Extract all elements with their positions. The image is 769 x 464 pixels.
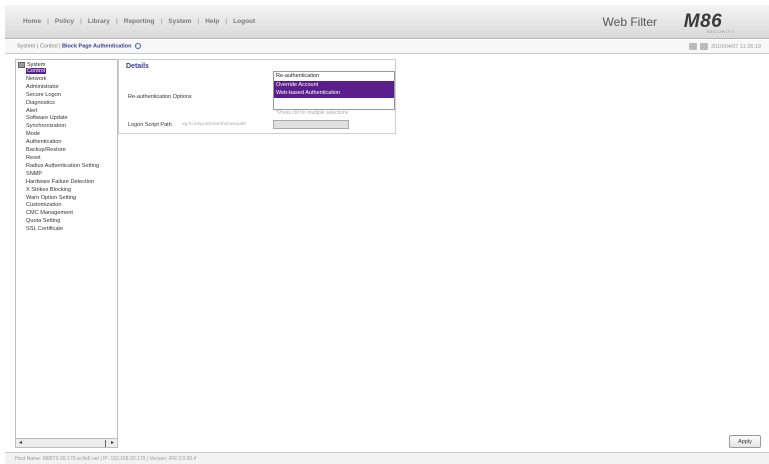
listbox-option[interactable]: Web-based Authentication xyxy=(274,89,394,98)
breadcrumb-current: Block Page Authentication xyxy=(62,43,132,50)
navigation-tree: System Control Network Administrator Secure… xyxy=(15,59,118,439)
tree-root[interactable]: System xyxy=(16,60,117,68)
tree-item-label: Alert xyxy=(26,107,38,114)
tree-item[interactable]: Customization xyxy=(26,202,117,210)
product-title: Web Filter xyxy=(602,15,657,29)
reauth-options-label: Re-authentication Options xyxy=(128,94,192,100)
breadcrumb-prefix: System | Control | xyxy=(17,43,63,50)
tree-item[interactable]: Authentication xyxy=(26,139,117,147)
tree-item-label: Secure Logon xyxy=(26,91,61,98)
logon-script-input[interactable] xyxy=(273,120,349,129)
company-logo: M86 SECURITY xyxy=(667,10,739,34)
tree-scrollbar[interactable]: ◂ ▸ xyxy=(15,438,118,448)
listbox-option[interactable]: Re-authentication xyxy=(274,72,394,81)
tree-item-label: Warn Option Setting xyxy=(26,194,77,201)
tree-item-label: Quota Setting xyxy=(26,218,61,225)
tree-item-label: Network xyxy=(26,75,47,82)
tree-item-label: Diagnostics xyxy=(26,99,55,106)
scroll-right-icon[interactable]: ▸ xyxy=(109,440,116,447)
folder-icon xyxy=(18,62,25,68)
menu-policy[interactable]: Policy xyxy=(49,18,80,25)
refresh-icon[interactable] xyxy=(688,43,697,50)
tree-item[interactable]: Reset xyxy=(26,155,117,163)
tree-item-label: Reset xyxy=(26,154,41,161)
tree-item-label: Backup/Restore xyxy=(26,147,66,154)
menu-help[interactable]: Help xyxy=(199,18,225,25)
tree-item[interactable]: Radius Authentication Setting xyxy=(26,163,117,171)
apply-button[interactable]: Apply xyxy=(729,435,761,448)
tree-item[interactable]: Control xyxy=(26,68,117,76)
status-bar: Host Name: M86T3-20-170.sr.8e6.net | IP:… xyxy=(5,452,769,464)
scroll-left-icon[interactable]: ◂ xyxy=(17,440,24,447)
listbox-option[interactable]: Override Account xyxy=(274,80,394,89)
logon-script-example: eg:\\computername\sharepath xyxy=(182,122,246,127)
tree-item[interactable]: Diagnostics xyxy=(26,100,117,108)
help-icon[interactable] xyxy=(135,43,142,49)
tree-item-label: Radius Authentication Setting xyxy=(26,162,100,169)
tree-item-label: Authentication xyxy=(26,139,62,146)
tree-item[interactable]: Network xyxy=(26,76,117,84)
breadcrumb: System | Control | Block Page Authentica… xyxy=(17,43,142,50)
details-panel: Details Re-authentication Options Re-aut… xyxy=(118,59,396,134)
logo-subtext: SECURITY xyxy=(706,29,735,34)
tree-item-label: Customization xyxy=(26,202,62,209)
brand: Web Filter M86 SECURITY xyxy=(603,10,739,34)
status-text: Host Name: M86T3-20-170.sr.8e6.net | IP:… xyxy=(15,456,197,462)
tree-item[interactable]: Alert xyxy=(26,108,117,116)
tree-item[interactable]: SSL Certificate xyxy=(26,226,117,234)
tree-item-label: SNMP xyxy=(26,170,43,177)
details-title: Details xyxy=(126,63,149,70)
tree-item[interactable]: Backup/Restore xyxy=(26,147,117,155)
menu-logout[interactable]: Logout xyxy=(227,18,261,25)
multi-select-hint: *Press ctrl for multiple selections xyxy=(276,110,349,116)
tree-item-label: X Strikes Blocking xyxy=(26,186,72,193)
tree-item[interactable]: SNMP xyxy=(26,171,117,179)
tree-item[interactable]: Mode xyxy=(26,131,117,139)
tree-item[interactable]: Quota Setting xyxy=(26,218,117,226)
tree-item-label: Software Update xyxy=(26,115,68,122)
main-content: Details Re-authentication Options Re-aut… xyxy=(118,54,769,452)
datetime: 2010/04/07 11:26:19 xyxy=(710,43,761,50)
tree-item[interactable]: Warn Option Setting xyxy=(26,195,117,203)
reauth-options-listbox[interactable]: Re-authentication Override Account Web-bas… xyxy=(273,71,395,110)
menu-home[interactable]: Home xyxy=(17,18,47,25)
tree-item-label: Control xyxy=(26,68,47,74)
toolbar-right: 2010/04/07 11:26:19 xyxy=(688,43,761,50)
tree-item-label: Hardware Failure Detection xyxy=(26,178,95,185)
logon-script-label: Logon Script Path xyxy=(128,122,172,128)
tree-item[interactable]: Secure Logon xyxy=(26,92,117,100)
tree-list: Control Network Administrator Secure Logon D… xyxy=(16,68,117,234)
main-menu: Home | Policy | Library | Reporting | System… xyxy=(17,18,261,25)
menu-reporting[interactable]: Reporting xyxy=(118,18,161,25)
tree-item-label: Synchronization xyxy=(26,123,66,130)
tree-item[interactable]: X Strikes Blocking xyxy=(26,187,117,195)
print-icon[interactable] xyxy=(699,43,708,50)
breadcrumb-bar: System | Control | Block Page Authentica… xyxy=(5,40,769,54)
tree-item[interactable]: Software Update xyxy=(26,115,117,123)
tree-item[interactable]: Hardware Failure Detection xyxy=(26,179,117,187)
tree-item-label: Administrator xyxy=(26,83,59,90)
tree-item-label: CMC Management xyxy=(26,210,73,217)
tree-item-label: Mode xyxy=(26,131,40,138)
tree-item[interactable]: Administrator xyxy=(26,84,117,92)
tree-item[interactable]: CMC Management xyxy=(26,210,117,218)
top-menu-bar: Home | Policy | Library | Reporting | System… xyxy=(5,5,769,39)
menu-library[interactable]: Library xyxy=(82,18,116,25)
tree-item-label: SSL Certificate xyxy=(26,226,64,233)
tree-item[interactable]: Synchronization xyxy=(26,123,117,131)
menu-system[interactable]: System xyxy=(162,18,197,25)
scroll-thumb[interactable] xyxy=(105,440,106,447)
